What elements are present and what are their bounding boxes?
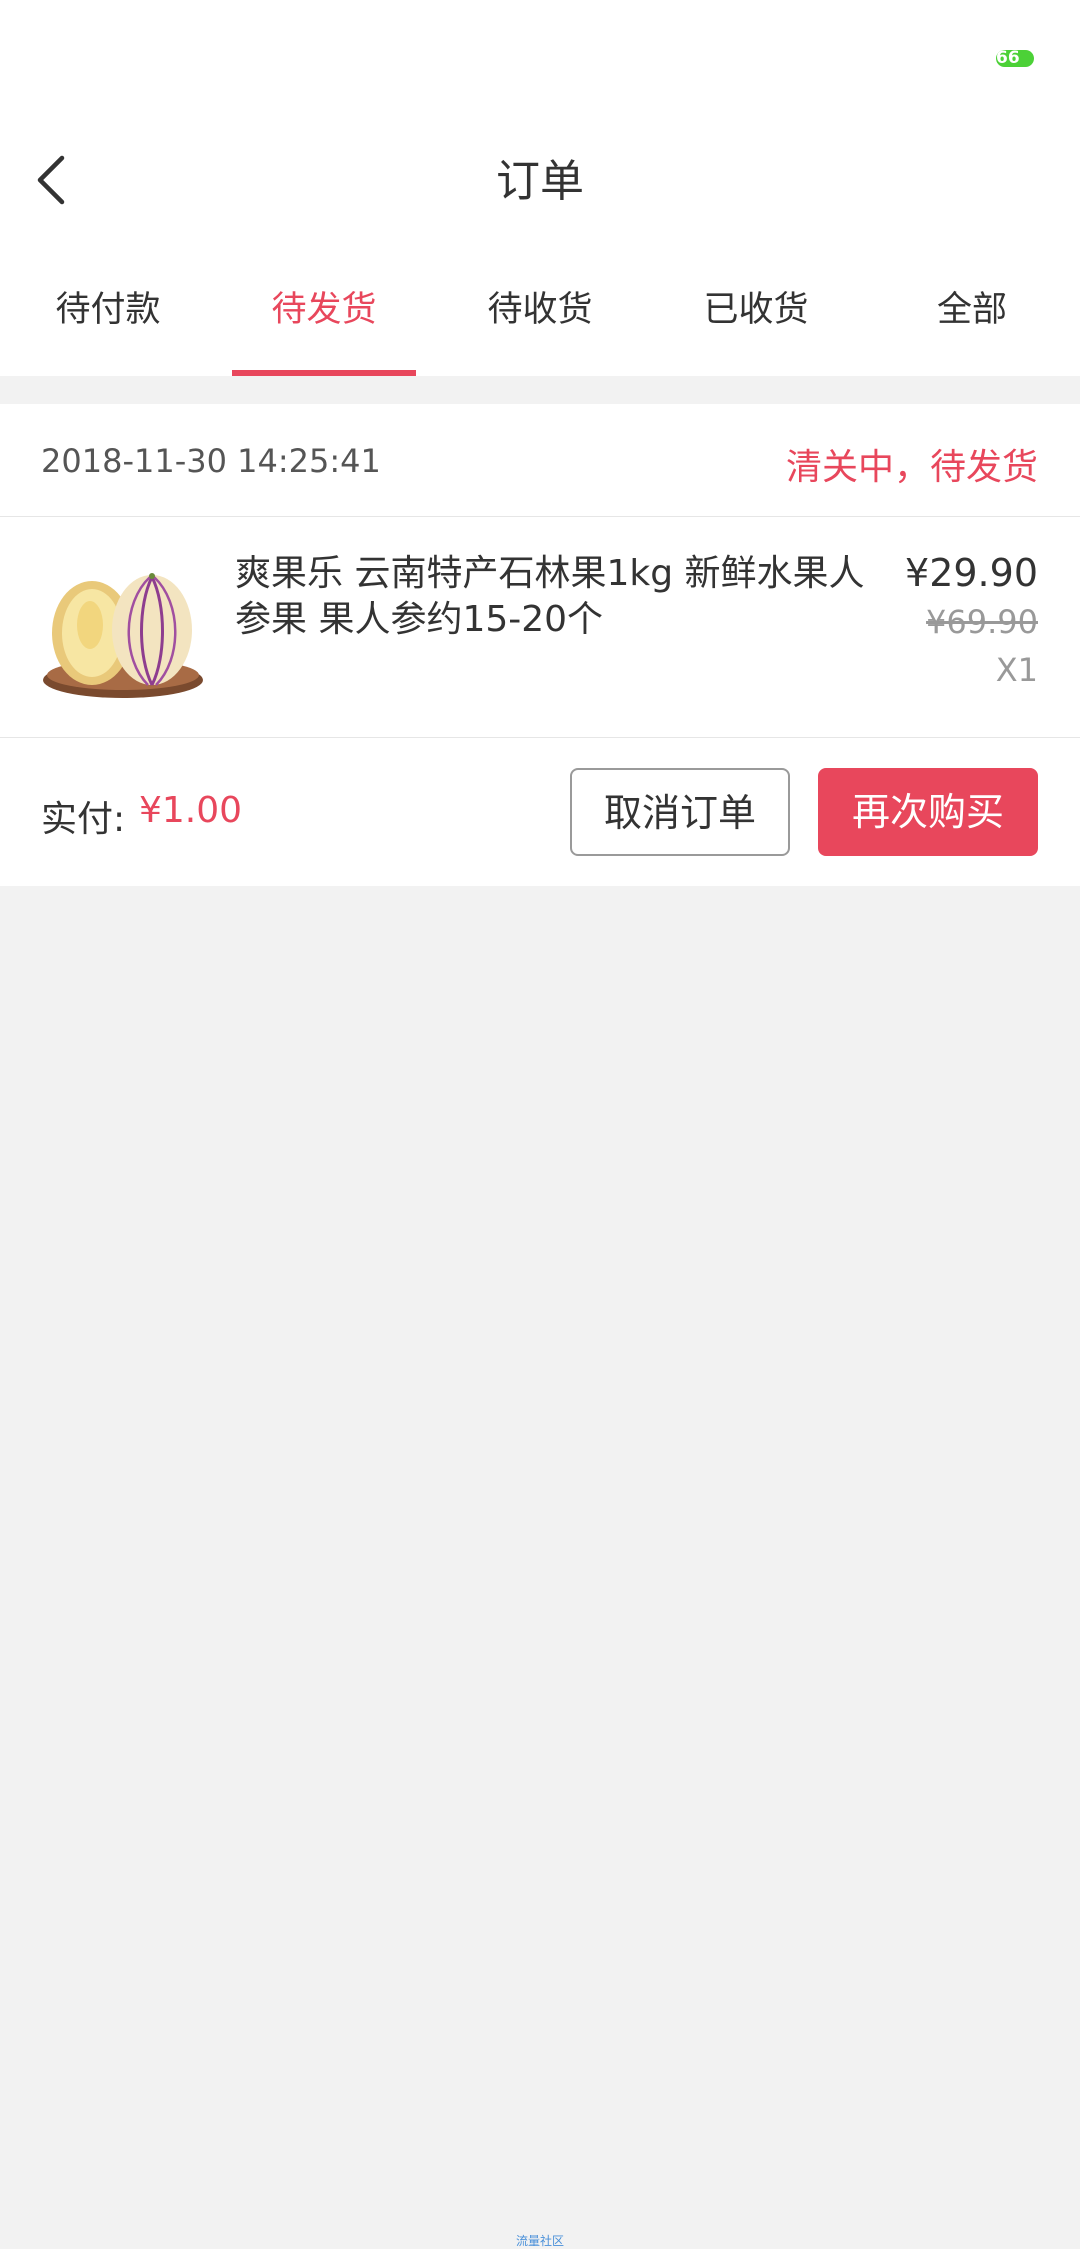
tab-label: 已收货 xyxy=(703,290,809,330)
order-time: 2018-11-30 14:25:41 xyxy=(41,442,381,480)
cancel-order-button[interactable]: 取消订单 xyxy=(570,768,790,856)
product-name: 爽果乐 云南特产石林果1kg 新鲜水果人参果 果人参约15-20个 xyxy=(235,553,865,640)
order-header: 2018-11-30 14:25:41 清关中，待发货 xyxy=(0,404,1080,517)
product-original-price: ¥69.90 xyxy=(926,603,1038,641)
tab-pending-shipment[interactable]: 待发货 xyxy=(216,246,432,376)
paid-label: 实付: xyxy=(41,799,126,840)
page-title: 订单 xyxy=(496,156,584,207)
battery-icon: 66 xyxy=(996,50,1034,67)
tab-pending-payment[interactable]: 待付款 xyxy=(0,246,216,376)
watermark: 流量社区 xyxy=(515,2234,564,2248)
buy-again-button[interactable]: 再次购买 xyxy=(818,768,1038,856)
tab-pending-receipt[interactable]: 待收货 xyxy=(432,246,648,376)
paid-amount: ¥1.00 xyxy=(139,790,243,831)
product-price: ¥29.90 xyxy=(905,551,1038,595)
order-status: 清关中，待发货 xyxy=(785,447,1038,488)
battery-level: 66 xyxy=(996,50,1020,67)
tab-label: 待付款 xyxy=(55,290,161,330)
tab-label: 待发货 xyxy=(271,290,377,330)
header: 订单 xyxy=(0,118,1080,246)
tab-label: 全部 xyxy=(936,290,1007,330)
back-button[interactable] xyxy=(30,148,90,212)
tab-label: 待收货 xyxy=(487,290,593,330)
status-bar: 66 xyxy=(0,0,1080,118)
order-card: 2018-11-30 14:25:41 清关中，待发货 爽果乐 云南特产石林果1… xyxy=(0,404,1080,886)
product-row[interactable]: 爽果乐 云南特产石林果1kg 新鲜水果人参果 果人参约15-20个 ¥29.90… xyxy=(0,517,1080,738)
product-image xyxy=(40,545,206,711)
chevron-left-icon xyxy=(37,155,65,205)
active-tab-indicator xyxy=(232,370,416,376)
order-footer: 实付: ¥1.00 取消订单 再次购买 xyxy=(0,738,1080,886)
product-quantity: X1 xyxy=(995,651,1038,689)
order-tabs: 待付款 待发货 待收货 已收货 全部 xyxy=(0,246,1080,376)
tab-all[interactable]: 全部 xyxy=(864,246,1080,376)
tab-received[interactable]: 已收货 xyxy=(648,246,864,376)
